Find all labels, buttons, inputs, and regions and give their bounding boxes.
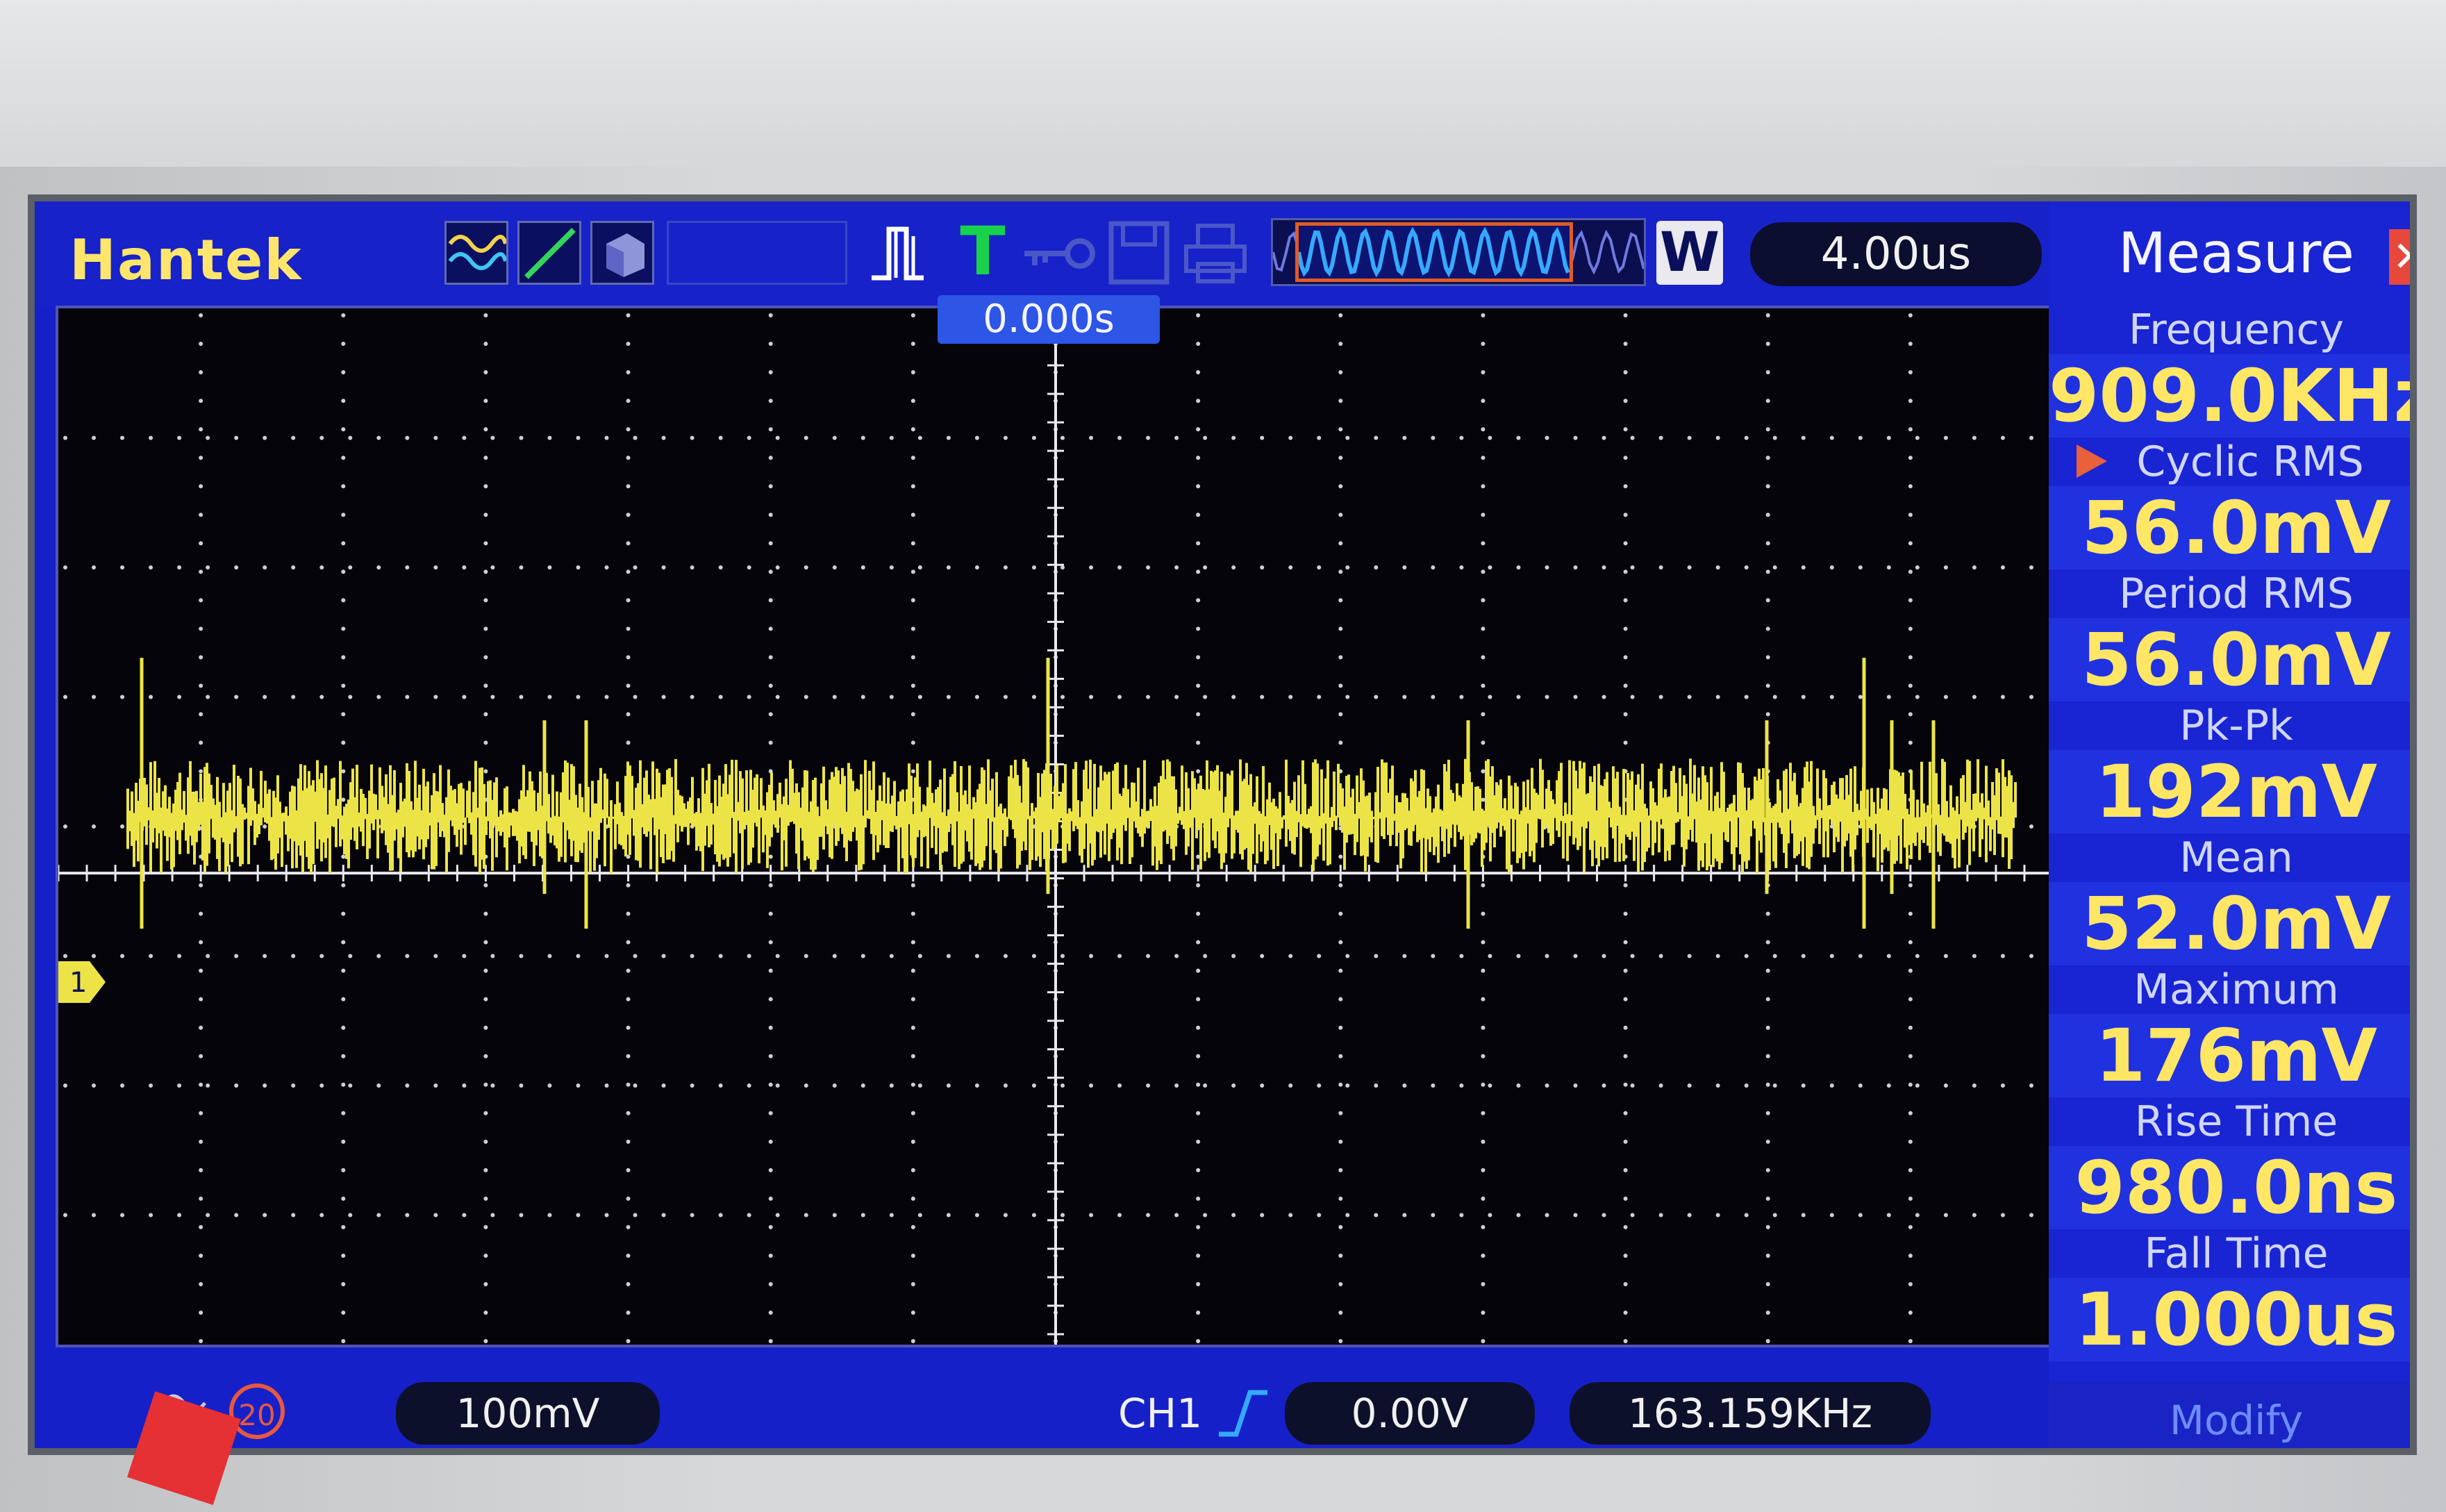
status-bar: 20 100mV CH1 0.00V 163.159KHz [35, 1354, 2049, 1448]
trigger-source[interactable]: CH1 [1118, 1382, 1202, 1445]
measure-label-pk-pk: Pk-Pk [2179, 701, 2293, 750]
measure-value-period-rms[interactable]: 56.0mV [2049, 618, 2410, 701]
measure-value-rise-time[interactable]: 980.0ns [2049, 1146, 2410, 1229]
measure-label-maximum: Maximum [2133, 965, 2339, 1014]
svg-text:1: 1 [69, 967, 87, 999]
measure-value-pk-pk[interactable]: 192mV [2049, 750, 2410, 833]
trigger-level[interactable]: 0.00V [1285, 1382, 1535, 1445]
measure-title: Measure [2118, 221, 2354, 285]
timebase-readout[interactable]: 4.00us [1750, 222, 2042, 286]
waveform-dual-icon[interactable] [444, 221, 508, 285]
modify-button[interactable]: Modify [2049, 1382, 2410, 1448]
key-icon[interactable] [1021, 229, 1097, 278]
oscilloscope-screen: Hantek T W 4.00us 1 0.000s Measure Frequ… [28, 194, 2417, 1455]
measure-label-cyclic-rms: Cyclic RMS [2136, 438, 2364, 486]
waveform-display: 1 [56, 306, 2056, 1347]
close-icon[interactable]: ✕ [2389, 229, 2410, 285]
pulse-icon[interactable] [868, 219, 945, 288]
ch1-level-marker[interactable]: 1 [58, 961, 107, 1003]
toolbar-spacer [667, 221, 847, 285]
trigger-position-readout[interactable]: 0.000s [938, 295, 1160, 344]
measure-label-fall-time: Fall Time [2144, 1229, 2329, 1278]
trigger-icon[interactable]: T [951, 217, 1014, 286]
measure-label-mean: Mean [2179, 833, 2293, 882]
measure-value-frequency[interactable]: 909.0KHz [2049, 354, 2410, 438]
trigger-frequency: 163.159KHz [1570, 1382, 1931, 1445]
line-icon[interactable] [517, 221, 581, 285]
disk-icon[interactable] [1108, 218, 1170, 288]
measure-value-maximum[interactable]: 176mV [2049, 1014, 2410, 1097]
printer-icon[interactable] [1181, 222, 1250, 285]
measure-label-frequency: Frequency [2129, 306, 2344, 354]
measure-value-mean[interactable]: 52.0mV [2049, 882, 2410, 965]
window-mode-badge[interactable]: W [1656, 221, 1723, 285]
ch1-volts-per-div[interactable]: 100mV [396, 1382, 660, 1445]
ch1-trace [126, 758, 2017, 874]
top-toolbar: Hantek T W 4.00us [35, 201, 2049, 306]
memory-view-window[interactable] [1295, 222, 1573, 282]
measure-label-rise-time: Rise Time [2134, 1097, 2338, 1146]
bandwidth-limit-badge[interactable]: 20 [229, 1384, 285, 1439]
measure-value-cyclic-rms[interactable]: 56.0mV [2049, 486, 2410, 570]
measure-panel: Measure ✕ Frequency 909.0KHz Cyclic RMS … [2049, 201, 2410, 1448]
measure-value-fall-time[interactable]: 1.000us [2049, 1278, 2410, 1361]
waveform-canvas [58, 308, 2053, 1345]
cube-icon[interactable] [590, 221, 654, 285]
rising-edge-icon[interactable] [1215, 1382, 1271, 1445]
measure-label-period-rms: Period RMS [2119, 570, 2354, 618]
brand-logo: Hantek [69, 228, 303, 292]
